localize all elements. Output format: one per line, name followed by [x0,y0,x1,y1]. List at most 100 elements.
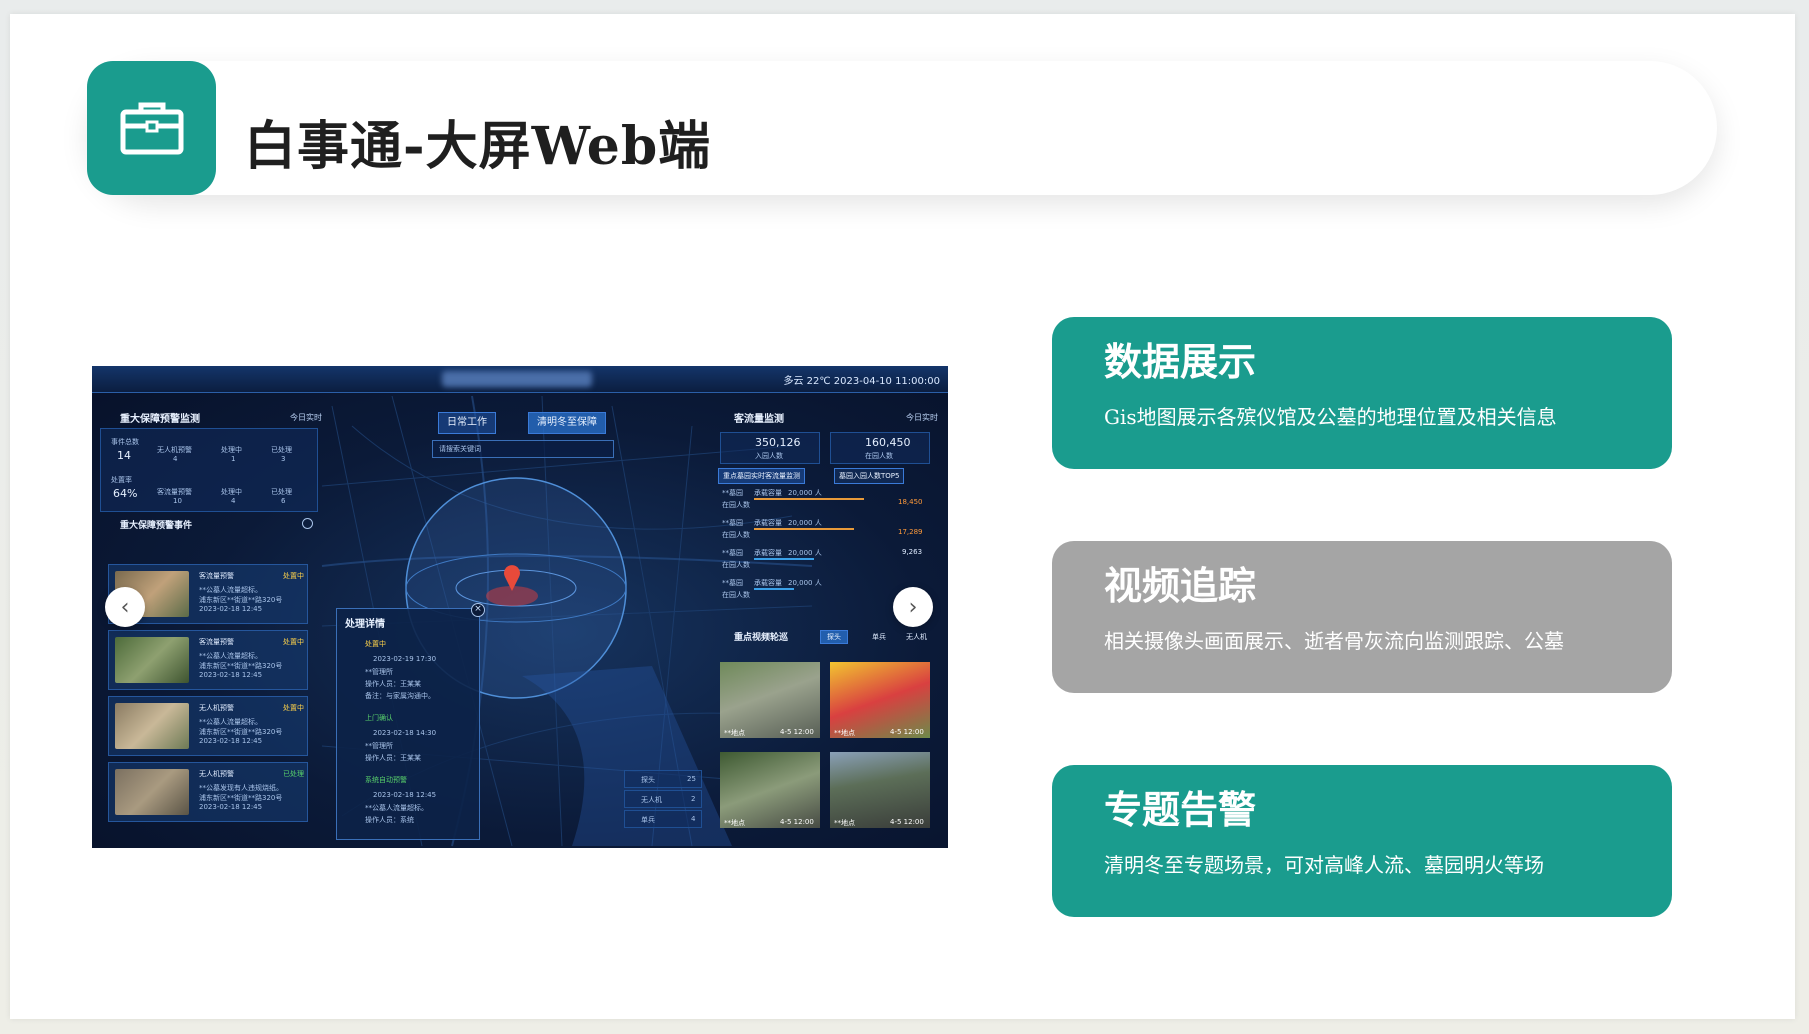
stat-label: 无人机预警 [157,446,192,454]
tab-daily-work[interactable]: 日常工作 [438,412,496,434]
alert-status: 处置中 [283,572,304,580]
step-time: 2023-02-18 12:45 [373,791,437,799]
cam-time: 4-5 12:00 [780,818,814,826]
row-cap: 承载容量 [754,579,782,587]
stat-value: 10 [173,497,182,505]
page-title: 白事通-大屏Web端 [244,116,712,177]
tab-realtime-flow[interactable]: 重点墓园实时客流量监测 [718,468,805,484]
stat-value: 1 [231,455,236,463]
row-name: **墓园 [722,579,743,587]
alert-status: 已处理 [283,770,304,778]
row-name: **墓园 [722,489,743,497]
camera-feed[interactable]: **地点 4-5 12:00 [830,752,930,828]
chevron-right-icon: › [908,594,918,620]
legend-item[interactable]: 探头 25 [624,770,702,788]
stat-value: 4 [173,455,178,463]
alert-type: 无人机预警 [199,770,234,778]
carousel-next-button[interactable]: › [893,587,933,627]
card-topic-alert: 专题告警 清明冬至专题场景，可对高峰人流、墓园明火等场 [1052,765,1672,917]
stat-label: 客流量预警 [157,488,192,496]
step-line: 操作人员：王某某 [365,680,421,688]
legend-item[interactable]: 无人机 2 [624,790,702,808]
alert-line: 浦东新区**街道**路320号 [199,728,283,736]
step-time: 2023-02-18 14:30 [373,729,437,737]
row-sub: 在园人数 [722,561,750,569]
camera-feed[interactable]: **地点 4-5 12:00 [830,662,930,738]
step-name: 处置中 [365,640,386,648]
row-cap: 承载容量 [754,489,782,497]
stat-label: 处理中 [221,446,242,454]
row-progress [754,588,794,590]
row-sub: 在园人数 [722,531,750,539]
carousel-prev-button[interactable]: ‹ [105,587,145,627]
card-title: 数据展示 [1104,339,1257,384]
alert-photo [115,703,189,749]
alert-card[interactable]: 无人机预警 已处理 **公墓发现有人违规烧纸。 浦东新区**街道**路320号 … [108,762,308,822]
step-line: 操作人员：系统 [365,816,414,824]
stat-label: 处置率 [111,476,132,484]
legend-label: 无人机 [641,796,662,804]
alert-photo [115,637,189,683]
camera-feed[interactable]: **地点 4-5 12:00 [720,662,820,738]
video-tab-drone[interactable]: 无人机 [906,632,927,642]
map-search-input[interactable]: 请搜索关键词 [432,440,614,458]
alert-card[interactable]: 无人机预警 处置中 **公墓人流量超标。 浦东新区**街道**路320号 202… [108,696,308,756]
stat-value: 4 [231,497,236,505]
alert-card[interactable]: 客流量预警 处置中 **公墓人流量超标。 浦东新区**街道**路320号 202… [108,630,308,690]
legend-value: 25 [687,775,696,783]
row-sub: 在园人数 [722,591,750,599]
alert-line: **公墓发现有人违规烧纸。 [199,784,283,792]
search-icon[interactable] [302,518,313,529]
tab-top5[interactable]: 墓园入园人数TOP5 [834,468,905,484]
stat-label: 事件总数 [111,438,139,446]
card-title: 专题告警 [1104,787,1257,832]
tab-qingming[interactable]: 清明冬至保障 [528,412,606,434]
alert-time: 2023-02-18 12:45 [199,605,263,613]
row-val: 17,289 [898,528,923,536]
stat-value: 3 [281,455,286,463]
legend-item[interactable]: 单兵 4 [624,810,702,828]
stat-label: 处理中 [221,488,242,496]
camera-feed[interactable]: **地点 4-5 12:00 [720,752,820,828]
alert-type: 无人机预警 [199,704,234,712]
row-progress [754,528,854,530]
detail-title: 处理详情 [345,619,385,630]
close-icon[interactable]: × [471,603,485,617]
step-line: **公墓人流量超标。 [365,804,428,812]
row-name: **墓园 [722,519,743,527]
alert-time: 2023-02-18 12:45 [199,803,263,811]
legend-value: 2 [691,795,696,803]
cam-place: **地点 [834,729,855,737]
row-val: 18,450 [898,498,923,506]
stat-label: 已处理 [271,446,292,454]
cam-time: 4-5 12:00 [890,818,924,826]
legend-label: 单兵 [641,816,655,824]
video-tab-probe[interactable]: 探头 [820,630,848,644]
alert-type: 客流量预警 [199,572,234,580]
step-name: 上门确认 [365,714,393,722]
legend-value: 4 [691,815,696,823]
in-count-label: 入园人数 [755,452,783,460]
left-stats-panel: 事件总数 14 无人机预警 4 处理中 1 已处理 3 处置率 64% 客流量预… [100,428,318,512]
card-desc: 相关摄像头画面展示、逝者骨灰流向监测跟踪、公墓 [1104,629,1564,653]
header-icon-box [87,61,216,195]
card-data-display: 数据展示 Gis地图展示各殡仪馆及公墓的地理位置及相关信息 [1052,317,1672,469]
current-count-value: 160,450 [865,436,911,449]
chevron-left-icon: ‹ [120,594,130,620]
step-time: 2023-02-19 17:30 [373,655,437,663]
cam-place: **地点 [834,819,855,827]
cam-place: **地点 [724,729,745,737]
dashboard-topbar: 多云 22℃ 2023-04-10 11:00:00 [92,366,948,393]
right-panel-sub: 今日实时 [906,413,938,422]
alert-time: 2023-02-18 12:45 [199,737,263,745]
stat-value: 64% [113,487,138,500]
video-tab-soldier[interactable]: 单兵 [872,632,886,642]
flow-row: **墓园 承载容量 20,000 人 在园人数 17,289 [722,516,932,544]
row-val: 9,263 [902,548,923,556]
events-title: 重大保障预警事件 [120,521,193,531]
detail-popup: 处理详情 × 处置中 2023-02-19 17:30 **管理所 操作人员：王… [336,603,485,840]
alert-time: 2023-02-18 12:45 [199,671,263,679]
alert-line: **公墓人流量超标。 [199,652,262,660]
stat-value: 6 [281,497,286,505]
row-name: **墓园 [722,549,743,557]
